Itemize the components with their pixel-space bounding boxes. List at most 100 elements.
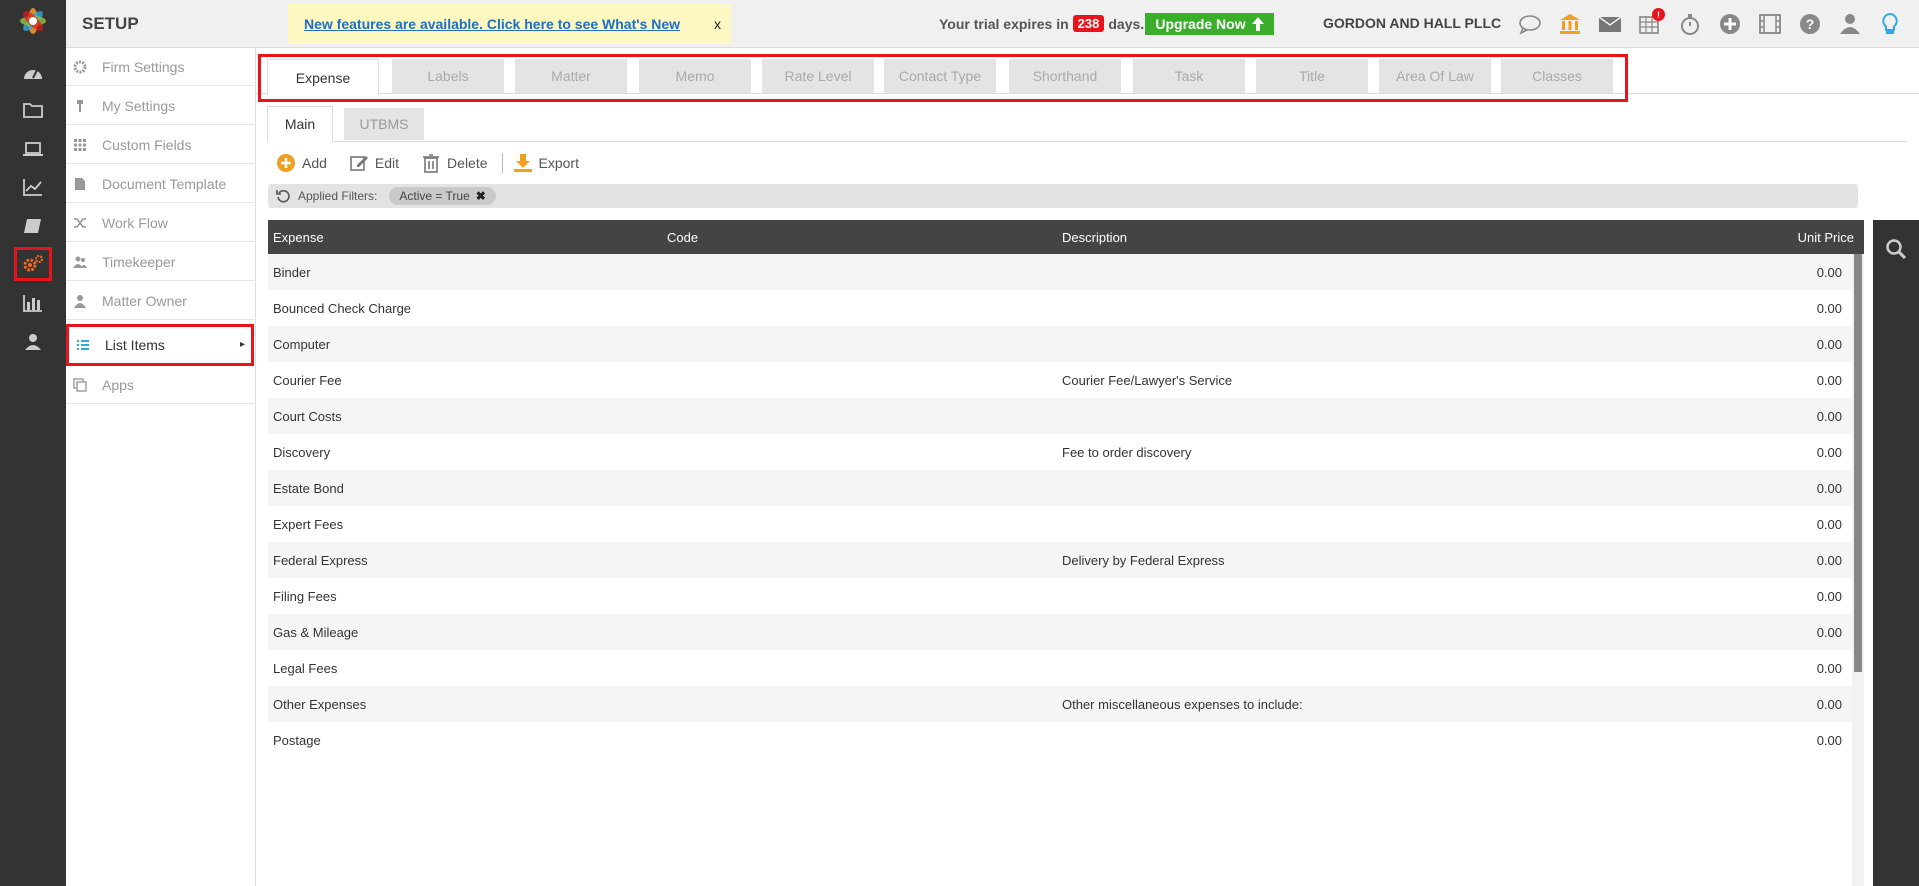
mail-icon[interactable] — [1595, 10, 1625, 38]
user-icon[interactable] — [1835, 10, 1865, 38]
page-title: SETUP — [82, 14, 139, 33]
table-row[interactable]: Federal Express Delivery by Federal Expre… — [268, 542, 1852, 578]
table-row[interactable]: Courier Fee Courier Fee/Lawyer's Service 0… — [268, 362, 1852, 398]
cell-expense: Binder — [273, 264, 311, 280]
cell-expense: Computer — [273, 336, 331, 352]
app-logo-icon[interactable] — [18, 6, 48, 36]
cell-unit-price: 0.00 — [1816, 660, 1842, 676]
calendar-icon[interactable]: ! — [1635, 8, 1665, 38]
table-row[interactable]: Binder 0.00 — [268, 254, 1852, 290]
sidebar-item-list-items[interactable]: List Items ▸ — [66, 324, 254, 366]
settings-cogs-icon[interactable] — [14, 247, 52, 281]
table-row[interactable]: Other Expenses Other miscellaneous expens… — [268, 686, 1852, 722]
sidebar-item-work-flow[interactable]: Work Flow — [66, 204, 256, 242]
cell-description: Courier Fee/Lawyer's Service — [1062, 372, 1233, 388]
folder-icon[interactable] — [19, 98, 47, 122]
delete-button[interactable]: Delete — [421, 153, 488, 173]
sidebar-item-apps[interactable]: Apps — [66, 366, 256, 404]
table-row[interactable]: Filing Fees 0.00 — [268, 578, 1852, 614]
grid-scrollbar[interactable] — [1852, 254, 1864, 886]
expense-grid: Expense Code Description Unit Price Bind… — [268, 220, 1864, 886]
whats-new-link[interactable]: New features are available. Click here t… — [304, 16, 680, 32]
top-icons: ! ? — [1515, 8, 1905, 38]
trial-suffix: days. — [1108, 15, 1145, 32]
cell-unit-price: 0.00 — [1816, 300, 1842, 316]
grid-icon — [72, 137, 88, 153]
calendar-alert-badge: ! — [1652, 8, 1665, 21]
table-row[interactable]: Bounced Check Charge 0.00 — [268, 290, 1852, 326]
sidebar-item-timekeeper[interactable]: Timekeeper — [66, 243, 256, 281]
column-header-unit-price[interactable]: Unit Price — [1744, 220, 1864, 254]
cell-expense: Courier Fee — [273, 372, 342, 388]
table-row[interactable]: Estate Bond 0.00 — [268, 470, 1852, 506]
laptop-icon[interactable] — [19, 137, 47, 161]
left-rail — [0, 0, 66, 886]
notice-close-button[interactable]: x — [714, 16, 721, 32]
table-row[interactable]: Computer 0.00 — [268, 326, 1852, 362]
search-panel — [1873, 220, 1919, 886]
column-header-expense[interactable]: Expense — [273, 220, 324, 254]
cell-description: Delivery by Federal Express — [1062, 552, 1225, 568]
sidebar-item-my-settings[interactable]: My Settings — [66, 87, 256, 125]
column-header-code[interactable]: Code — [667, 220, 698, 254]
table-row[interactable]: Court Costs 0.00 — [268, 398, 1852, 434]
sidebar-item-label: Timekeeper — [102, 253, 176, 270]
user-icon[interactable] — [19, 330, 47, 354]
cell-description: Fee to order discovery — [1062, 444, 1192, 460]
table-row[interactable]: Discovery Fee to order discovery 0.00 — [268, 434, 1852, 470]
add-label: Add — [302, 155, 327, 171]
upgrade-now-button[interactable]: Upgrade Now — [1145, 13, 1274, 35]
filter-chip-label: Active = True — [399, 189, 470, 203]
settings-sidebar: Firm Settings My Settings Custom Fields … — [66, 48, 256, 886]
arrow-up-icon — [1251, 17, 1264, 31]
sidebar-item-label: Firm Settings — [102, 58, 185, 75]
table-row[interactable]: Legal Fees 0.00 — [268, 650, 1852, 686]
bank-icon[interactable] — [1555, 10, 1585, 38]
cell-unit-price: 0.00 — [1816, 444, 1842, 460]
filter-chip[interactable]: Active = True ✖ — [389, 187, 496, 205]
subtab-utbms[interactable]: UTBMS — [344, 108, 424, 140]
sidebar-item-custom-fields[interactable]: Custom Fields — [66, 126, 256, 164]
cell-expense: Postage — [273, 732, 321, 748]
book-icon[interactable] — [19, 214, 47, 238]
sidebar-item-matter-owner[interactable]: Matter Owner — [66, 282, 256, 320]
chat-icon[interactable] — [1515, 10, 1545, 38]
cell-unit-price: 0.00 — [1816, 480, 1842, 496]
dashboard-icon[interactable] — [19, 61, 47, 85]
cell-unit-price: 0.00 — [1816, 696, 1842, 712]
export-button[interactable]: Export — [513, 153, 579, 173]
reset-icon[interactable] — [276, 189, 290, 203]
edit-button[interactable]: Edit — [349, 153, 399, 173]
main-content: Expense Labels Matter Memo Rate Level Co… — [256, 48, 1919, 886]
tabs-highlight-frame — [258, 54, 1628, 102]
bar-chart-icon[interactable] — [19, 291, 47, 315]
stopwatch-icon[interactable] — [1675, 10, 1705, 38]
copy-icon — [72, 377, 88, 393]
plus-circle-icon — [277, 154, 295, 172]
column-header-description[interactable]: Description — [1062, 220, 1127, 254]
top-bar: SETUP New features are available. Click … — [66, 0, 1919, 48]
sidebar-item-document-template[interactable]: Document Template — [66, 165, 256, 203]
help-icon[interactable]: ? — [1795, 10, 1825, 38]
search-icon[interactable] — [1885, 238, 1907, 260]
remove-filter-icon[interactable]: ✖ — [476, 189, 486, 203]
table-row[interactable]: Expert Fees 0.00 — [268, 506, 1852, 542]
cell-unit-price: 0.00 — [1816, 408, 1842, 424]
applied-filters-label: Applied Filters: — [298, 189, 378, 203]
add-button[interactable]: Add — [276, 153, 327, 173]
sidebar-item-firm-settings[interactable]: Firm Settings — [66, 48, 256, 86]
chart-line-icon[interactable] — [19, 175, 47, 199]
whats-new-notice: New features are available. Click here t… — [288, 4, 731, 44]
subtab-main[interactable]: Main — [267, 106, 333, 142]
cell-description: Other miscellaneous expenses to include: — [1062, 696, 1303, 712]
table-row[interactable]: Gas & Mileage 0.00 — [268, 614, 1852, 650]
plus-circle-icon[interactable] — [1715, 10, 1745, 38]
cell-unit-price: 0.00 — [1816, 624, 1842, 640]
table-row[interactable]: Postage 0.00 — [268, 722, 1852, 758]
scrollbar-thumb[interactable] — [1854, 254, 1862, 672]
edit-label: Edit — [374, 155, 400, 171]
download-icon — [513, 154, 532, 172]
lightbulb-icon[interactable] — [1875, 10, 1905, 38]
film-icon[interactable] — [1755, 10, 1785, 38]
document-icon — [72, 176, 88, 192]
